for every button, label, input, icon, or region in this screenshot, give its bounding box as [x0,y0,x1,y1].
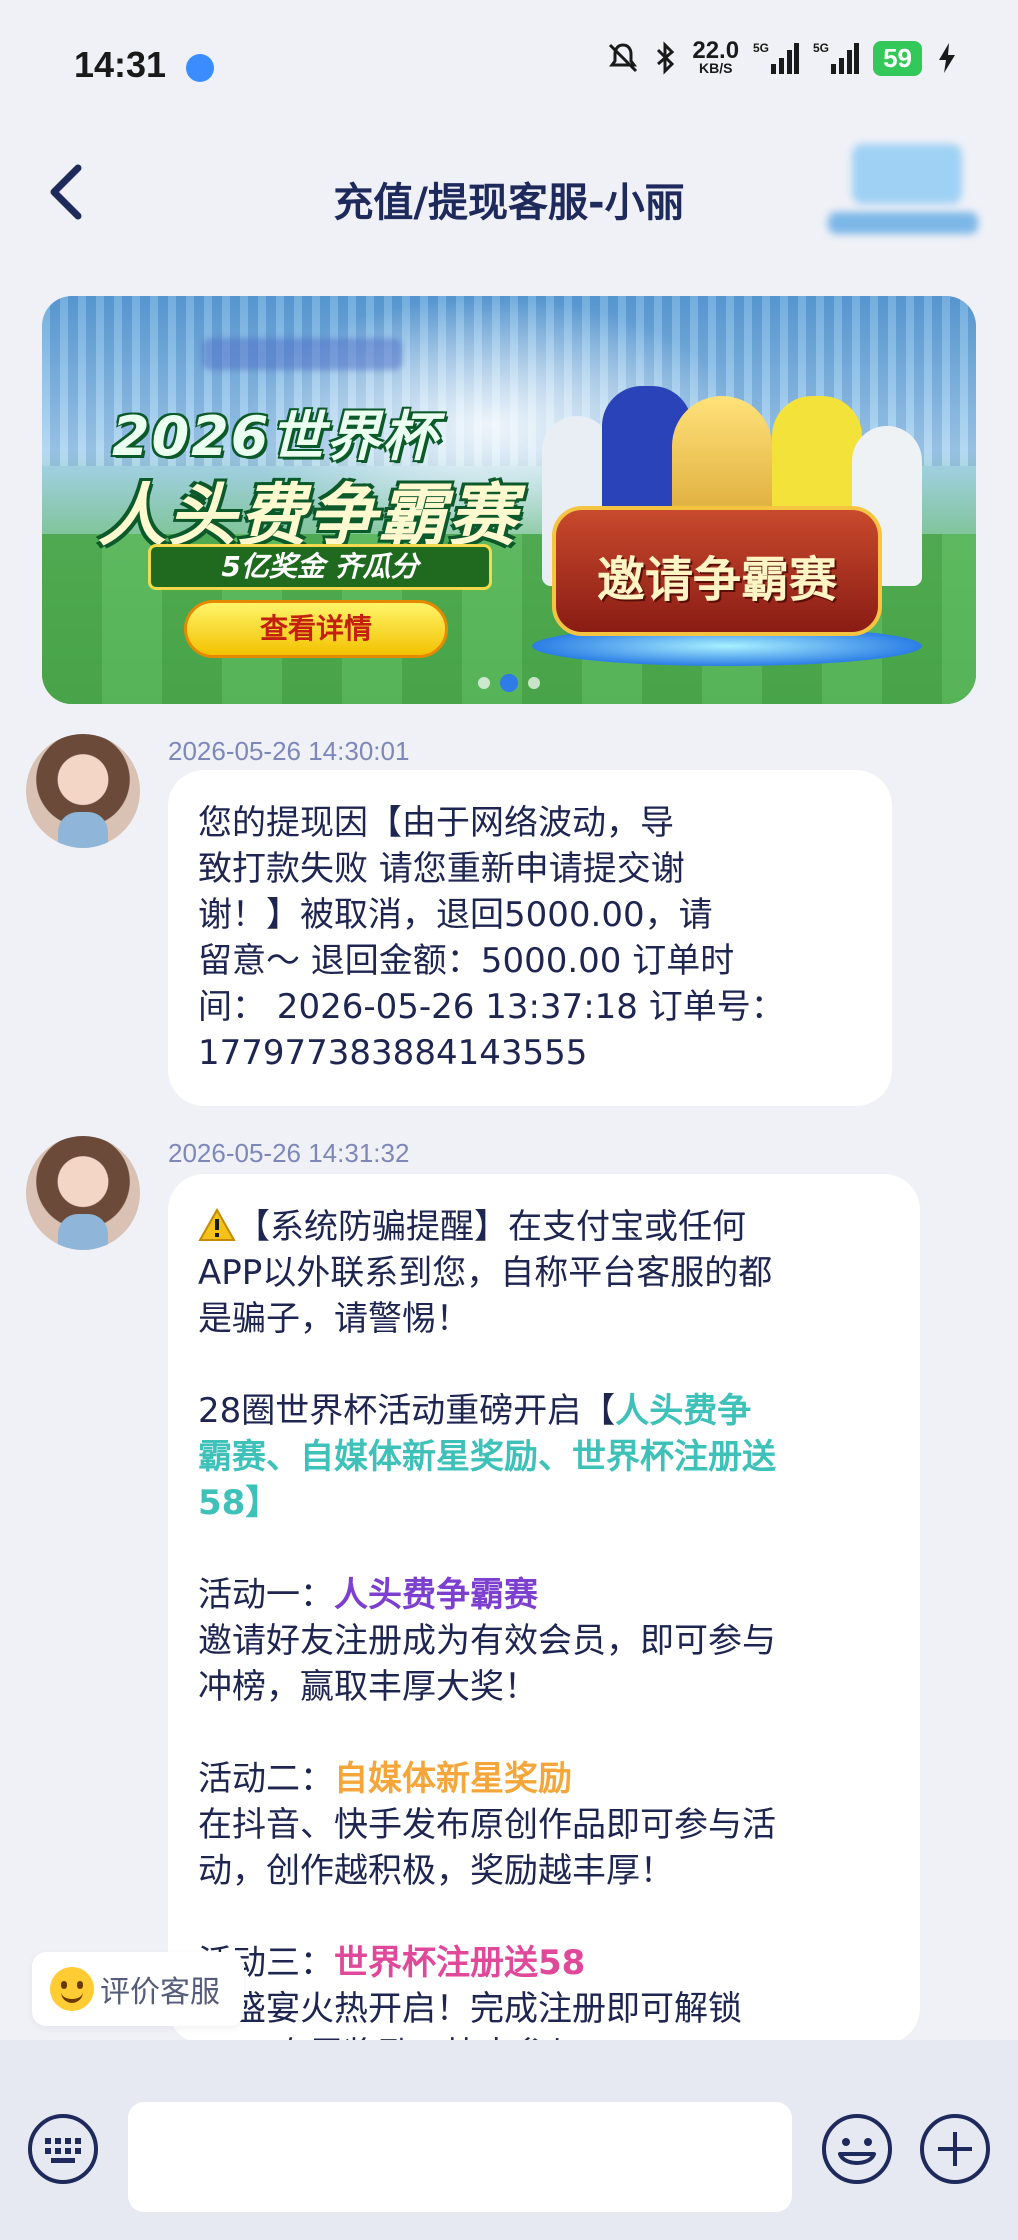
emoji-icon[interactable] [820,2112,894,2186]
rate-agent-label: 评价客服 [100,1975,220,2010]
carousel-dot-active[interactable] [500,674,518,692]
signal-5g-icon: 5G [753,41,800,74]
svg-text:5G: 5G [753,41,769,55]
speed-unit: KB/S [698,60,733,76]
charging-icon [939,43,955,73]
signal-5g-2-icon: 5G [813,41,860,74]
status-icons: 22.0 KB/S 5G 5G 59 [606,39,958,76]
banner-badge-text: 邀请争霸赛 [596,552,837,608]
chat-header: 充值/提现客服-小丽 [0,130,1018,250]
carousel-dot[interactable] [478,677,490,689]
message-bubble: 您的提现因【由于网络波动，导 致打款失败 请您重新申请提交谢 谢！】被取消，退回… [168,770,892,1106]
app-notification-icon [186,54,214,82]
message-timestamp: 2026-05-26 14:31:32 [168,1138,410,1168]
smile-icon [50,1967,94,2011]
event-intro-prefix: 28圈世界杯活动重磅开启【 [198,1391,616,1431]
event-intro-suffix: 】 [245,1483,280,1523]
svg-text:5G: 5G [813,41,829,55]
status-bar: 14:31 22.0 KB/S 5G 5G 59 [0,0,1018,130]
rate-agent-button[interactable]: 评价客服 [32,1952,244,2026]
banner-badge: 邀请争霸赛 [552,506,882,636]
message-bubble: 【系统防骗提醒】在支付宝或任何 APP以外联系到您，自称平台客服的都 是骗子，请… [168,1174,920,2044]
view-details-button[interactable]: 查看详情 [184,600,448,658]
agent-avatar[interactable] [26,1136,140,1250]
activity-1-name: 人头费争霸赛 [334,1575,538,1615]
activity-2-label: 活动二： [198,1759,334,1799]
warning-icon [198,1208,236,1241]
promo-banner[interactable]: 2026世界杯 人头费争霸赛 5亿奖金 齐瓜分 查看详情 邀请争霸赛 [42,296,976,704]
activity-3-desc: 球盛宴火热开启！完成注册即可解锁 58元专属奖励，快来参与！ [198,1989,742,2044]
mute-bell-icon [609,43,638,73]
activity-2-name: 自媒体新星奖励 [334,1759,572,1799]
activity-1-desc: 邀请好友注册成为有效会员，即可参与 冲榜，赢取丰厚大奖！ [198,1621,776,1707]
message-timestamp: 2026-05-26 14:30:01 [168,736,410,766]
keyboard-icon[interactable] [26,2112,100,2186]
message-input[interactable] [128,2102,792,2212]
banner-brand-logo [202,338,402,370]
activity-2-desc: 在抖音、快手发布原创作品即可参与活 动，创作越积极，奖励越丰厚！ [198,1805,776,1891]
carousel-dots [42,674,976,692]
plus-icon[interactable] [918,2112,992,2186]
banner-prize-text: 5亿奖金 齐瓜分 [148,544,492,590]
carousel-dot[interactable] [528,677,540,689]
battery-level: 59 [873,40,922,76]
input-bar [0,2040,1018,2240]
brand-logo [828,140,978,240]
banner-artwork: 邀请争霸赛 [512,336,952,676]
agent-avatar[interactable] [26,734,140,848]
bluetooth-icon [657,41,675,75]
network-speed: 22.0 KB/S [692,39,739,76]
activity-1-label: 活动一： [198,1575,334,1615]
clock: 14:31 [74,44,167,85]
activity-3-name: 世界杯注册送58 [334,1943,586,1983]
fraud-warning-text: 【系统防骗提醒】在支付宝或任何 APP以外联系到您，自称平台客服的都 是骗子，请… [198,1207,773,1339]
